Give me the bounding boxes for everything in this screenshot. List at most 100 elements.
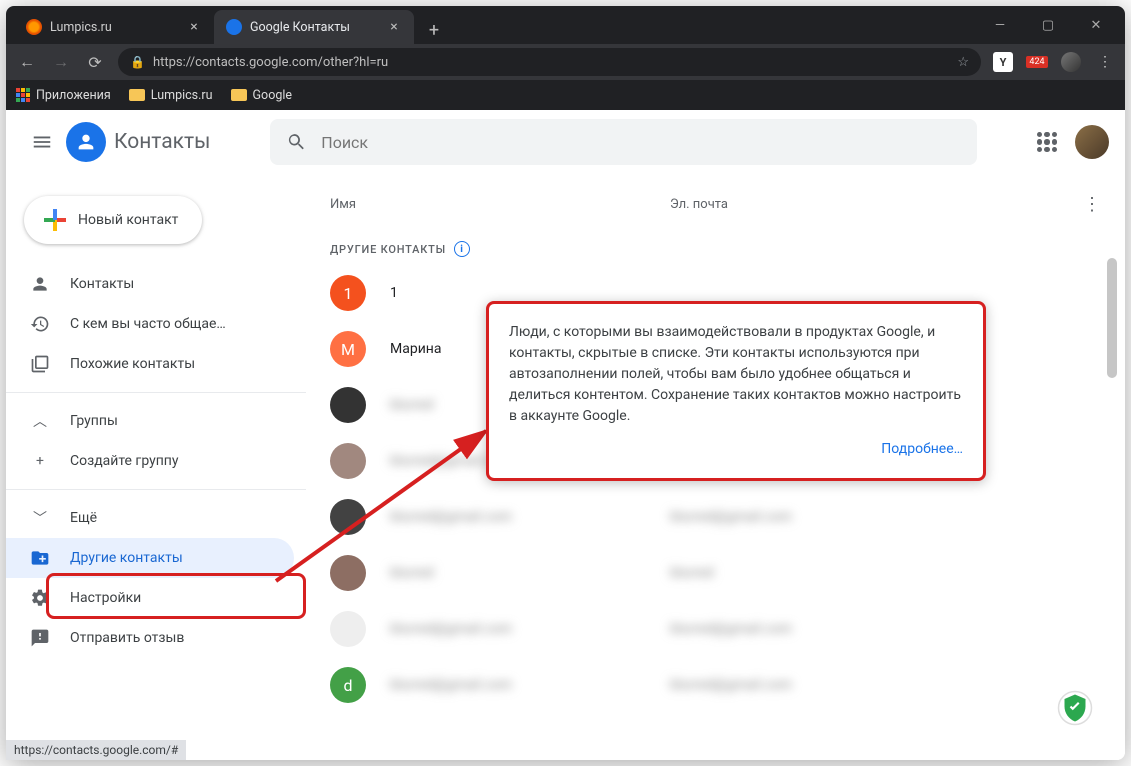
yandex-ext-icon[interactable]: Y xyxy=(993,52,1013,72)
chevron-up-icon: ︿ xyxy=(30,411,50,431)
table-header: Имя Эл. почта ⋮ xyxy=(306,174,1125,223)
mail-ext-icon[interactable]: 424 xyxy=(1027,52,1047,72)
contacts-logo-icon xyxy=(66,122,106,162)
app-logo[interactable]: Контакты xyxy=(66,122,210,162)
lock-icon: 🔒 xyxy=(130,55,145,69)
address-bar: ← → ⟳ 🔒 https://contacts.google.com/othe… xyxy=(6,44,1125,80)
new-tab-button[interactable]: + xyxy=(420,16,448,44)
history-icon xyxy=(30,314,50,334)
contact-avatar xyxy=(330,387,366,423)
sidebar-label: Контакты xyxy=(70,276,134,292)
contact-email: blurred xyxy=(670,565,714,581)
close-icon[interactable]: × xyxy=(186,19,202,35)
hamburger-icon[interactable] xyxy=(22,122,62,162)
profile-icon[interactable] xyxy=(1061,52,1081,72)
contact-name: blurred xyxy=(390,565,670,581)
contact-avatar xyxy=(330,443,366,479)
archive-icon xyxy=(30,548,50,568)
merge-icon xyxy=(30,354,50,374)
back-button[interactable]: ← xyxy=(16,52,38,72)
folder-icon xyxy=(129,89,145,101)
contact-email: blurred@gmail.com xyxy=(670,621,792,637)
sidebar-item-settings[interactable]: Настройки xyxy=(6,578,294,618)
sidebar-label: Отправить отзыв xyxy=(70,630,184,646)
contact-email: blurred@gmail.com xyxy=(670,677,792,693)
bookmark-apps[interactable]: Приложения xyxy=(16,88,111,103)
search-icon xyxy=(286,131,307,153)
contact-row[interactable]: blurredblurred xyxy=(306,545,1125,601)
person-icon xyxy=(30,274,50,294)
scrollbar[interactable] xyxy=(1107,258,1117,378)
titlebar: Lumpics.ru × Google Контакты × + — ▢ ✕ xyxy=(6,6,1125,44)
sidebar-item-feedback[interactable]: Отправить отзыв xyxy=(6,618,294,658)
app-title: Контакты xyxy=(114,130,210,154)
tab-lumpics[interactable]: Lumpics.ru × xyxy=(14,10,214,44)
apps-icon xyxy=(16,88,30,102)
tab-strip: Lumpics.ru × Google Контакты × + xyxy=(6,6,971,44)
search-input[interactable] xyxy=(321,133,961,152)
folder-icon xyxy=(231,89,247,101)
close-window-icon[interactable]: ✕ xyxy=(1081,18,1111,33)
sidebar-item-groups[interactable]: ︿ Группы xyxy=(6,401,294,441)
sidebar-item-create-group[interactable]: + Создайте группу xyxy=(6,441,294,481)
column-name: Имя xyxy=(330,197,670,212)
contact-row[interactable]: blurred@gmail.comblurred@gmail.com xyxy=(306,601,1125,657)
section-text: ДРУГИЕ КОНТАКТЫ xyxy=(330,243,446,256)
contact-name: blurred@gmail.com xyxy=(390,509,670,525)
info-tooltip: Люди, с которыми вы взаимодействовали в … xyxy=(486,301,986,481)
chevron-down-icon: ﹀ xyxy=(30,508,50,528)
create-contact-button[interactable]: Новый контакт xyxy=(24,196,202,244)
sidebar-label: Похожие контакты xyxy=(70,356,195,372)
bookmark-label: Google xyxy=(253,88,292,103)
tab-label: Lumpics.ru xyxy=(50,20,178,35)
plus-small-icon: + xyxy=(30,453,50,469)
url-field[interactable]: 🔒 https://contacts.google.com/other?hl=r… xyxy=(118,48,981,76)
tab-google-contacts[interactable]: Google Контакты × xyxy=(214,10,414,44)
contact-email: blurred@gmail.com xyxy=(670,509,792,525)
contact-avatar: М xyxy=(330,331,366,367)
sidebar-item-other-contacts[interactable]: Другие контакты xyxy=(6,538,294,578)
feedback-icon xyxy=(30,628,50,648)
contact-avatar xyxy=(330,611,366,647)
sidebar-item-contacts[interactable]: Контакты xyxy=(6,264,294,304)
sidebar-item-similar[interactable]: Похожие контакты xyxy=(6,344,294,384)
sidebar-label: Другие контакты xyxy=(70,550,183,566)
column-email: Эл. почта xyxy=(670,197,1083,212)
contact-row[interactable]: blurred@gmail.comblurred@gmail.com xyxy=(306,489,1125,545)
user-avatar[interactable] xyxy=(1075,125,1109,159)
close-icon[interactable]: × xyxy=(386,19,402,35)
app-header: Контакты xyxy=(6,110,1125,174)
tab-label: Google Контакты xyxy=(250,20,378,35)
bookmark-google[interactable]: Google xyxy=(231,88,292,103)
star-icon[interactable]: ☆ xyxy=(957,55,969,70)
sidebar-label: Группы xyxy=(70,413,118,429)
minimize-icon[interactable]: — xyxy=(985,18,1015,33)
bookmark-label: Приложения xyxy=(36,88,111,103)
url-text: https://contacts.google.com/other?hl=ru xyxy=(153,55,949,70)
more-options-icon[interactable]: ⋮ xyxy=(1083,194,1101,215)
reload-button[interactable]: ⟳ xyxy=(84,53,106,72)
contact-name: blurred@gmail.com xyxy=(390,621,670,637)
menu-icon[interactable]: ⋮ xyxy=(1095,52,1115,72)
sidebar-item-frequent[interactable]: С кем вы часто общае… xyxy=(6,304,294,344)
google-apps-icon[interactable] xyxy=(1037,132,1057,152)
bookmark-bar: Приложения Lumpics.ru Google xyxy=(6,80,1125,110)
favicon-icon xyxy=(226,19,242,35)
maximize-icon[interactable]: ▢ xyxy=(1033,18,1063,33)
sidebar-item-more[interactable]: ﹀ Ещё xyxy=(6,498,294,538)
forward-button[interactable]: → xyxy=(50,52,72,72)
sidebar-label: Ещё xyxy=(70,510,97,526)
window-controls: — ▢ ✕ xyxy=(971,18,1125,33)
bookmark-lumpics[interactable]: Lumpics.ru xyxy=(129,88,213,103)
tooltip-link[interactable]: Подробнее… xyxy=(509,439,963,460)
browser-chrome: Lumpics.ru × Google Контакты × + — ▢ ✕ ←… xyxy=(6,6,1125,110)
sidebar-label: С кем вы часто общае… xyxy=(70,316,226,332)
section-label: ДРУГИЕ КОНТАКТЫ i xyxy=(306,223,1125,265)
contact-avatar xyxy=(330,499,366,535)
search-bar[interactable] xyxy=(270,119,977,165)
contact-row[interactable]: dblurred@gmail.comblurred@gmail.com xyxy=(306,657,1125,713)
sidebar: Новый контакт Контакты С кем вы часто об… xyxy=(6,110,306,760)
adguard-icon[interactable] xyxy=(1057,690,1093,726)
info-icon[interactable]: i xyxy=(454,241,470,257)
bookmark-label: Lumpics.ru xyxy=(151,88,213,103)
